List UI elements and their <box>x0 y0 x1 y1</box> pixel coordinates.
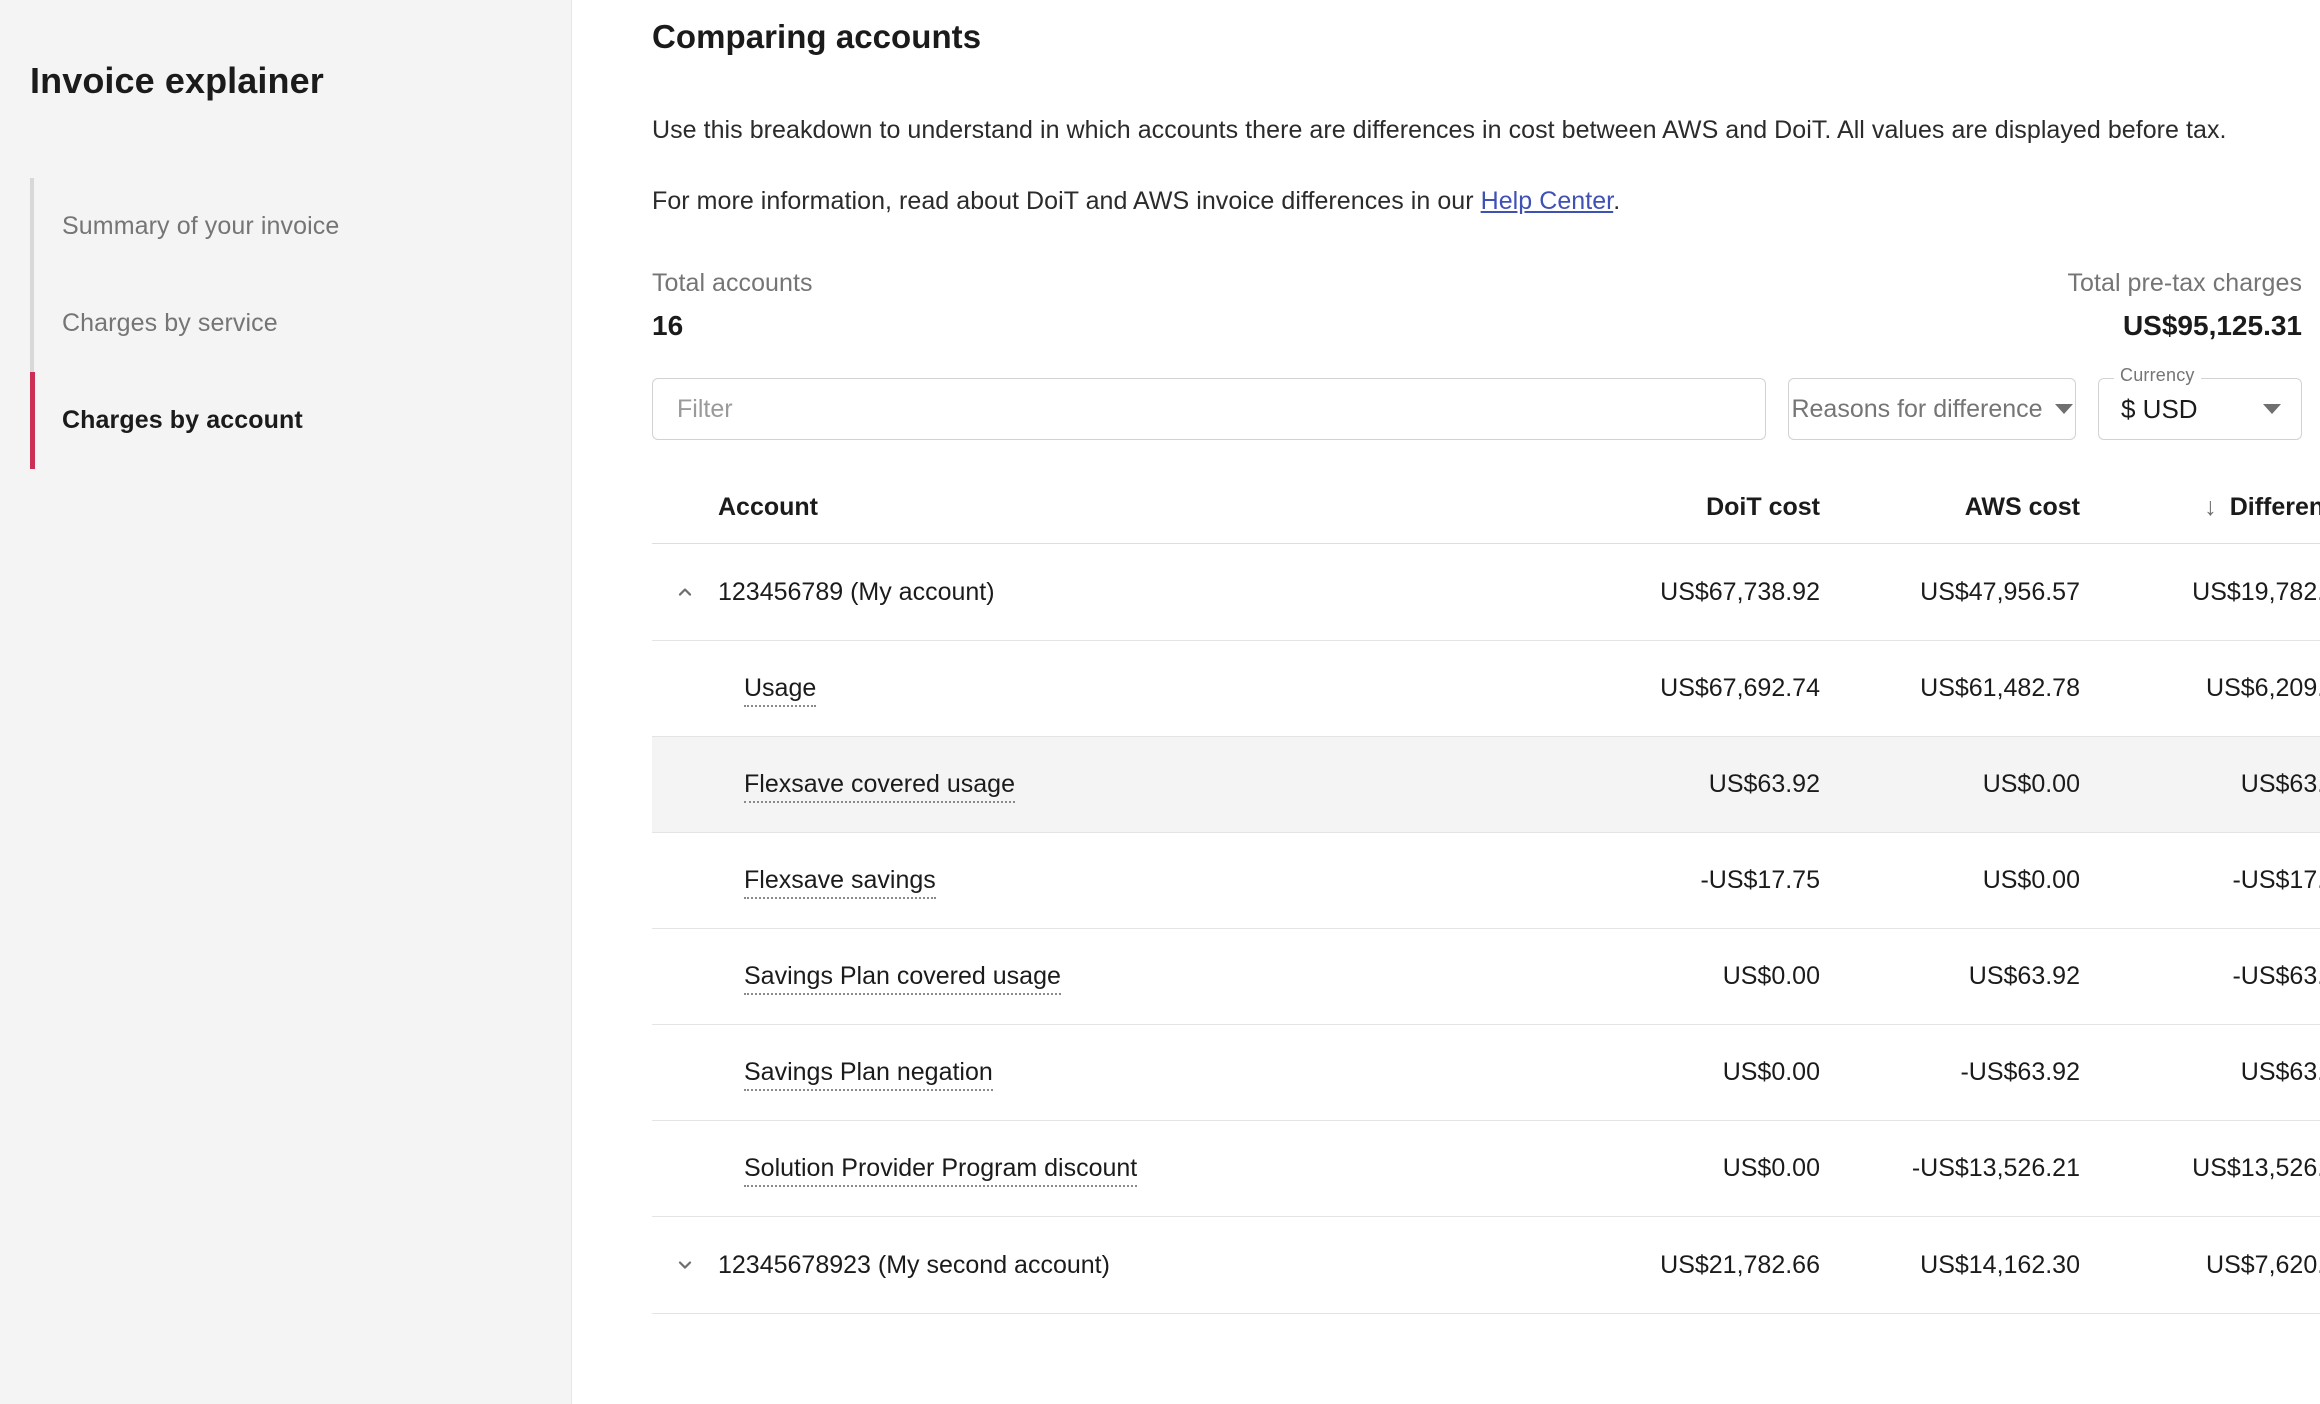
detail-name: Savings Plan covered usage <box>718 962 1520 995</box>
table-row[interactable]: Flexsave covered usage US$63.92 US$0.00 … <box>652 737 2320 833</box>
sidebar-item-label: Charges by account <box>62 406 303 434</box>
detail-aws-cost: US$63.92 <box>1968 962 2080 990</box>
total-accounts-value: 16 <box>652 310 684 341</box>
detail-name-tooltip[interactable]: Savings Plan covered usage <box>744 962 1061 995</box>
detail-difference: US$63.92 <box>2240 1058 2320 1086</box>
sidebar-item-charges-by-account[interactable]: Charges by account <box>30 372 530 469</box>
detail-name-tooltip[interactable]: Solution Provider Program discount <box>744 1154 1138 1187</box>
column-header-difference[interactable]: ↓ Difference <box>2080 493 2320 522</box>
account-name: 123456789 (My account) <box>718 577 995 606</box>
table-row[interactable]: Usage US$67,692.74 US$61,482.78 US$6,209… <box>652 641 2320 737</box>
table-row[interactable]: Flexsave savings -US$17.75 US$0.00 -US$1… <box>652 833 2320 929</box>
chevron-up-icon[interactable] <box>652 581 718 603</box>
table-row[interactable]: 12345678923 (My second account) US$21,78… <box>652 1217 2320 1314</box>
detail-difference: US$6,209.96 <box>2206 674 2320 702</box>
account-aws-cost: US$47,956.57 <box>1920 577 2080 606</box>
total-accounts-label: Total accounts <box>652 269 813 297</box>
table-row[interactable]: Savings Plan covered usage US$0.00 US$63… <box>652 929 2320 1025</box>
detail-difference: US$13,526.21 <box>2192 1154 2320 1182</box>
detail-doit-cost: US$0.00 <box>1722 962 1820 990</box>
detail-aws-cost: US$0.00 <box>1982 866 2080 894</box>
accounts-comparison-table: Account DoiT cost AWS cost ↓ Difference … <box>652 472 2320 1314</box>
column-header-doit-cost[interactable]: DoiT cost <box>1520 493 1820 522</box>
reasons-for-difference-dropdown[interactable]: Reasons for difference <box>1788 378 2076 440</box>
detail-doit-cost: US$63.92 <box>1708 770 1820 798</box>
more-info-text-before: For more information, read about DoiT an… <box>652 187 1481 215</box>
more-info-paragraph: For more information, read about DoiT an… <box>652 183 2242 219</box>
step-rail <box>30 275 34 372</box>
detail-difference: US$63.92 <box>2240 770 2320 798</box>
sidebar-item-label: Charges by service <box>62 309 278 337</box>
detail-name-tooltip[interactable]: Flexsave covered usage <box>744 770 1015 803</box>
sidebar-item-summary-of-your-invoice[interactable]: Summary of your invoice <box>30 178 530 275</box>
total-accounts-block: Total accounts 16 <box>652 269 813 342</box>
detail-doit-cost: -US$17.75 <box>1700 866 1820 894</box>
detail-difference: -US$17.75 <box>2232 866 2320 894</box>
total-pretax-charges-value: US$95,125.31 <box>2122 310 2302 341</box>
help-center-link[interactable]: Help Center <box>1481 187 1614 215</box>
reasons-for-difference-label: Reasons for difference <box>1791 394 2043 423</box>
detail-name: Solution Provider Program discount <box>718 1154 1520 1187</box>
sort-descending-icon: ↓ <box>2204 493 2217 521</box>
detail-name: Flexsave covered usage <box>718 770 1520 803</box>
table-row[interactable]: Savings Plan negation US$0.00 -US$63.92 … <box>652 1025 2320 1121</box>
detail-doit-cost: US$67,692.74 <box>1660 674 1820 702</box>
chevron-down-icon <box>2263 404 2281 414</box>
app-root: Invoice explainer Summary of your invoic… <box>0 0 2320 1404</box>
account-doit-cost: US$67,738.92 <box>1660 577 1820 606</box>
page-title: Comparing accounts <box>652 18 982 55</box>
total-pretax-charges-block: Total pre-tax charges US$95,125.31 <box>2068 269 2303 342</box>
account-aws-cost: US$14,162.30 <box>1920 1250 2080 1279</box>
currency-legend-label: Currency <box>2114 365 2201 386</box>
column-header-account[interactable]: Account <box>718 493 1520 522</box>
detail-aws-cost: US$61,482.78 <box>1920 674 2080 702</box>
account-name: 12345678923 (My second account) <box>718 1250 1110 1279</box>
table-controls: Reasons for difference Currency $ USD <box>652 365 2302 440</box>
currency-field: Currency $ USD <box>2098 365 2302 440</box>
table-header-row: Account DoiT cost AWS cost ↓ Difference <box>652 472 2320 544</box>
account-difference: US$7,620.36 <box>2206 1250 2320 1279</box>
sidebar: Invoice explainer Summary of your invoic… <box>0 0 572 1404</box>
chevron-down-icon <box>2054 404 2073 414</box>
sidebar-item-label: Summary of your invoice <box>62 212 340 240</box>
sidebar-title: Invoice explainer <box>30 60 324 101</box>
total-pretax-charges-label: Total pre-tax charges <box>2067 269 2302 297</box>
table-row[interactable]: 123456789 (My account) US$67,738.92 US$4… <box>652 544 2320 641</box>
account-doit-cost: US$21,782.66 <box>1660 1250 1820 1279</box>
detail-doit-cost: US$0.00 <box>1722 1154 1820 1182</box>
sidebar-stepper: Summary of your invoice Charges by servi… <box>30 178 530 469</box>
account-difference: US$19,782.35 <box>2192 577 2320 606</box>
more-info-text-after: . <box>1613 187 1621 215</box>
intro-paragraph: Use this breakdown to understand in whic… <box>652 116 2227 144</box>
filter-field[interactable] <box>652 378 1766 440</box>
detail-aws-cost: -US$63.92 <box>1960 1058 2080 1086</box>
column-header-aws-cost[interactable]: AWS cost <box>1820 493 2080 522</box>
currency-selected-value: $ USD <box>2121 393 2198 424</box>
detail-name: Usage <box>718 674 1520 707</box>
step-rail <box>30 178 34 275</box>
table-row[interactable]: Solution Provider Program discount US$0.… <box>652 1121 2320 1217</box>
currency-select[interactable]: $ USD <box>2098 378 2302 440</box>
main-content: Comparing accounts Use this breakdown to… <box>572 0 2320 1404</box>
totals-summary: Total accounts 16 Total pre-tax charges … <box>652 269 2302 342</box>
sidebar-item-charges-by-service[interactable]: Charges by service <box>30 275 530 372</box>
detail-difference: -US$63.92 <box>2232 962 2320 990</box>
detail-name: Savings Plan negation <box>718 1058 1520 1091</box>
detail-name-tooltip[interactable]: Usage <box>744 674 817 707</box>
detail-name-tooltip[interactable]: Savings Plan negation <box>744 1058 993 1091</box>
search-input[interactable] <box>677 394 1741 424</box>
step-rail-active <box>30 372 35 469</box>
detail-doit-cost: US$0.00 <box>1722 1058 1820 1086</box>
detail-aws-cost: US$0.00 <box>1982 770 2080 798</box>
detail-name-tooltip[interactable]: Flexsave savings <box>744 866 936 899</box>
detail-aws-cost: -US$13,526.21 <box>1911 1154 2080 1182</box>
chevron-down-icon[interactable] <box>652 1254 718 1276</box>
detail-name: Flexsave savings <box>718 866 1520 899</box>
column-header-difference-label: Difference <box>2229 493 2320 521</box>
